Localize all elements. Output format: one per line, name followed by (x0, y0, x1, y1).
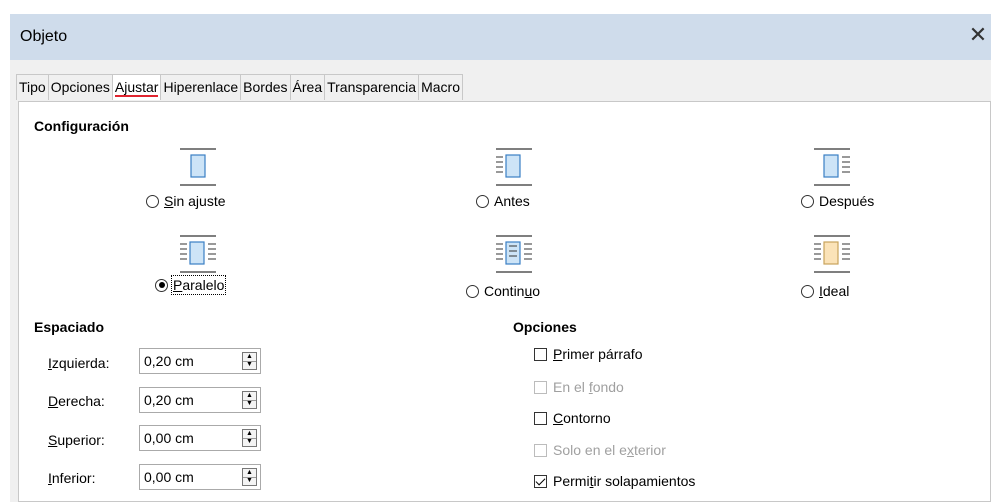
spin-down-icon[interactable]: ▼ (243, 400, 256, 408)
radio-circle[interactable] (476, 194, 489, 208)
spin-down-icon[interactable]: ▼ (243, 477, 256, 485)
spin-buttons: ▲ ▼ (242, 391, 257, 409)
radio-circle[interactable] (146, 194, 159, 208)
radio-circle[interactable] (801, 284, 814, 298)
spin-value[interactable]: 0,00 cm (144, 469, 194, 485)
wrap-after-icon[interactable] (812, 147, 852, 187)
radio-circle[interactable] (466, 284, 479, 298)
tab-hiperenlace[interactable]: Hiperenlace (160, 74, 242, 100)
checkbox-box[interactable] (534, 474, 547, 488)
check-contorno[interactable]: Contorno (534, 410, 611, 426)
tab-opciones[interactable]: Opciones (47, 74, 113, 100)
window-title: Objeto (20, 28, 68, 45)
spin-value[interactable]: 0,20 cm (144, 353, 194, 369)
radio-circle[interactable] (801, 194, 814, 208)
spin-down-icon[interactable]: ▼ (243, 361, 256, 369)
title-bar: Objeto ✕ (0, 0, 991, 60)
check-permitir-solapamientos[interactable]: Permitir solapamientos (534, 473, 695, 489)
superior-label: Superior: (48, 432, 105, 448)
checkbox-box[interactable] (534, 443, 547, 457)
checkbox-label: Solo en el exterior (553, 442, 666, 458)
checkbox-box[interactable] (534, 347, 547, 361)
radio-sin-ajuste[interactable]: Sin ajuste (146, 193, 226, 209)
radio-ideal[interactable]: Ideal (801, 283, 849, 299)
derecha-spin-field[interactable]: 0,20 cm ▲ ▼ (139, 387, 261, 413)
wrap-through-icon[interactable] (494, 234, 534, 274)
inferior-label: Inferior: (48, 470, 96, 486)
checkbox-box[interactable] (534, 411, 547, 425)
radio-circle[interactable] (155, 278, 168, 292)
check-primer-parrafo[interactable]: Primer párrafo (534, 346, 642, 362)
radio-despues[interactable]: Después (801, 193, 874, 209)
checkbox-label: En el fondo (553, 379, 624, 395)
spin-buttons: ▲ ▼ (242, 468, 257, 486)
izquierda-label: Izquierda: (48, 355, 110, 371)
radio-label: Después (819, 193, 875, 209)
wrap-before-icon[interactable] (494, 147, 534, 187)
radio-label: Continuo (484, 283, 541, 299)
spin-buttons: ▲ ▼ (242, 352, 257, 370)
inferior-spin-field[interactable]: 0,00 cm ▲ ▼ (139, 464, 261, 490)
espaciado-title: Espaciado (34, 319, 105, 335)
superior-spin-field[interactable]: 0,00 cm ▲ ▼ (139, 425, 261, 451)
checkbox-box[interactable] (534, 380, 547, 394)
derecha-label: Derecha: (48, 393, 105, 409)
spin-down-icon[interactable]: ▼ (243, 438, 256, 446)
radio-label: Ideal (819, 283, 850, 299)
checkbox-label: Primer párrafo (553, 346, 643, 362)
radio-continuo[interactable]: Continuo (466, 283, 540, 299)
spin-buttons: ▲ ▼ (242, 429, 257, 447)
wrap-parallel-icon[interactable] (178, 234, 218, 274)
wrap-optimal-icon[interactable] (812, 234, 852, 274)
wrap-none-icon[interactable] (178, 147, 218, 187)
izquierda-spin-field[interactable]: 0,20 cm ▲ ▼ (139, 348, 261, 374)
check-solo-exterior[interactable]: Solo en el exterior (534, 442, 666, 458)
title-band (10, 14, 991, 60)
tab-area[interactable]: Área (289, 74, 326, 100)
opciones-title: Opciones (513, 319, 577, 335)
spin-value[interactable]: 0,20 cm (144, 392, 194, 408)
checkbox-label: Permitir solapamientos (553, 473, 696, 489)
radio-antes[interactable]: Antes (476, 193, 530, 209)
radio-label: Paralelo (170, 275, 227, 295)
configuracion-title: Configuración (34, 118, 129, 134)
checkbox-label: Contorno (553, 410, 611, 426)
tab-tipo[interactable]: Tipo (16, 74, 49, 100)
tab-bordes[interactable]: Bordes (240, 74, 291, 100)
check-en-el-fondo[interactable]: En el fondo (534, 379, 624, 395)
close-icon[interactable]: ✕ (965, 20, 991, 50)
tab-bar: Tipo Opciones Ajustar Hiperenlace Bordes… (16, 74, 463, 101)
radio-paralelo[interactable]: Paralelo (155, 275, 227, 295)
radio-label: Antes (494, 193, 530, 209)
tab-macro[interactable]: Macro (418, 74, 463, 100)
tab-ajustar[interactable]: Ajustar (111, 74, 162, 100)
tab-transparencia[interactable]: Transparencia (324, 74, 420, 100)
radio-label: Sin ajuste (164, 193, 226, 209)
spin-value[interactable]: 0,00 cm (144, 430, 194, 446)
